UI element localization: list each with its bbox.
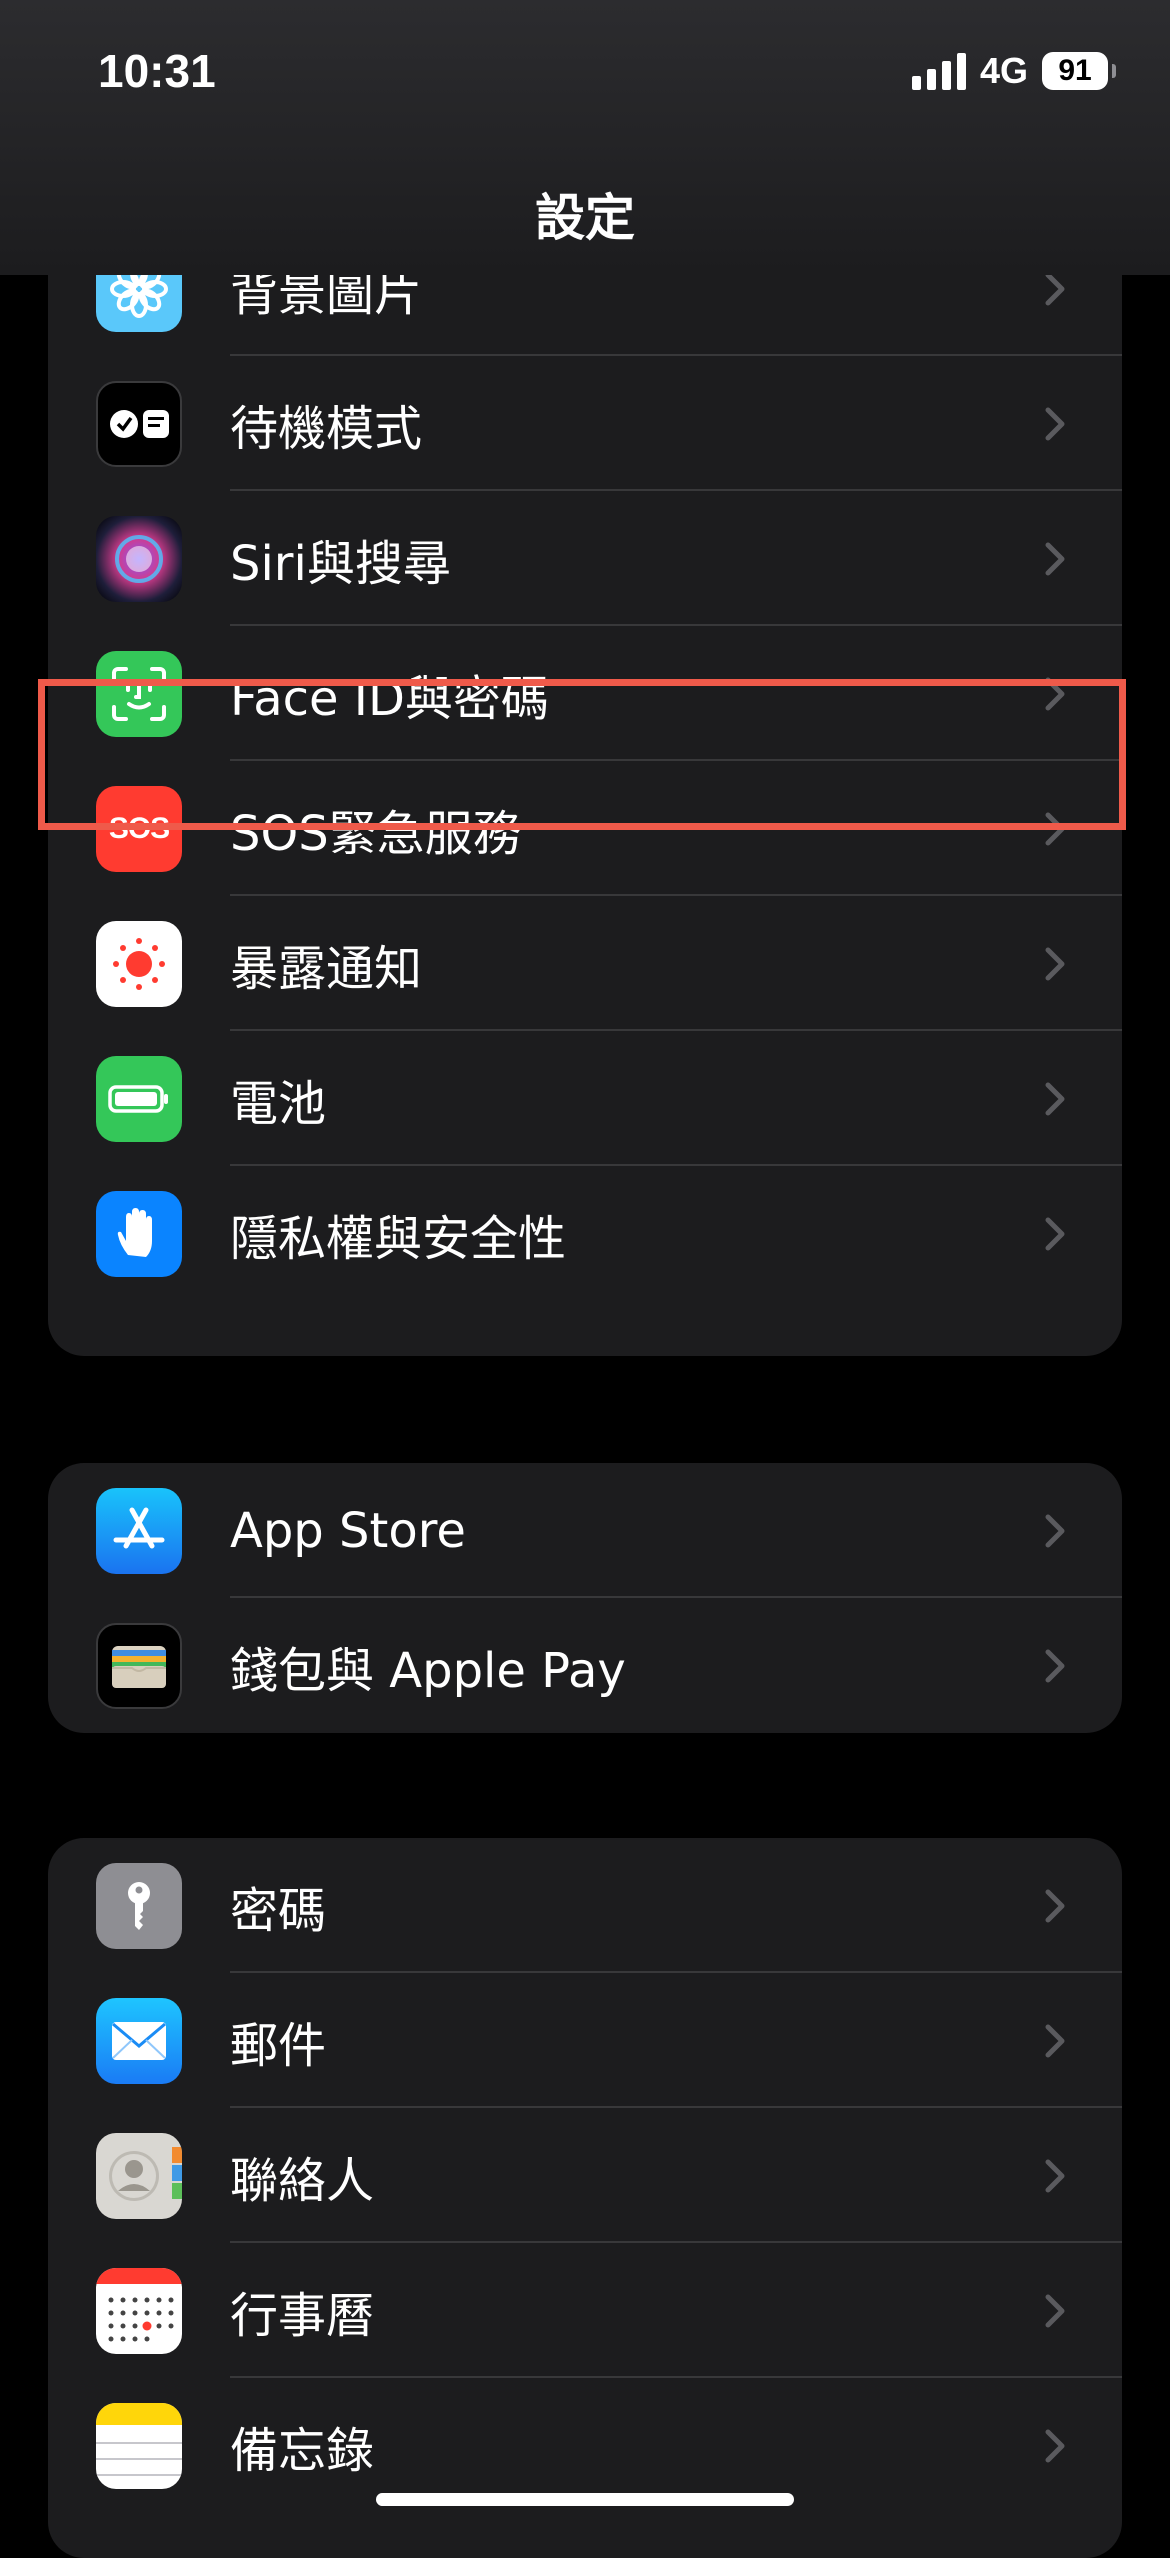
contacts-icon (96, 2132, 182, 2219)
settings-row-label: 錢包與 Apple Pay (230, 1642, 626, 1699)
battery-level-icon: 91 (1042, 52, 1116, 90)
chevron-right-icon (1045, 542, 1065, 576)
exposure-notification-icon (96, 920, 182, 1007)
chevron-right-icon (1045, 1649, 1065, 1683)
settings-row-label: 隱私權與安全性 (230, 1210, 567, 1267)
chevron-right-icon (1045, 272, 1065, 306)
siri-icon (96, 515, 182, 602)
chevron-right-icon (1045, 2024, 1065, 2058)
settings-row-label: 待機模式 (230, 400, 423, 457)
standby-icon (96, 380, 182, 467)
settings-row-privacy-security[interactable]: 隱私權與安全性 (48, 1166, 1122, 1301)
settings-row-battery[interactable]: 電池 (48, 1031, 1122, 1166)
chevron-right-icon (1045, 1889, 1065, 1923)
settings-row-siri[interactable]: Siri與搜尋 (48, 491, 1122, 626)
chevron-right-icon (1045, 2429, 1065, 2463)
status-bar: 10:31 4G 91 設定 (0, 0, 1170, 275)
settings-row-label: 聯絡人 (230, 2152, 375, 2209)
status-indicators: 4G 91 (911, 50, 1116, 92)
chevron-right-icon (1045, 947, 1065, 981)
mail-icon (96, 1997, 182, 2084)
settings-row-calendar[interactable]: 行事曆 (48, 2243, 1122, 2378)
settings-row-label: 郵件 (230, 2017, 327, 2074)
settings-row-mail[interactable]: 郵件 (48, 1973, 1122, 2108)
chevron-right-icon (1045, 1082, 1065, 1116)
home-indicator[interactable] (376, 2493, 794, 2506)
settings-group-3: 密碼 郵件 聯絡人 行事曆 備忘錄 (48, 1838, 1122, 2558)
wallet-icon (96, 1622, 182, 1709)
settings-row-label: Siri與搜尋 (230, 535, 451, 592)
battery-icon (96, 1055, 182, 1142)
settings-row-label: 備忘錄 (230, 2422, 375, 2479)
settings-row-label: 電池 (230, 1075, 327, 1132)
chevron-right-icon (1045, 2159, 1065, 2193)
settings-row-passwords[interactable]: 密碼 (48, 1838, 1122, 1973)
key-icon (96, 1862, 182, 1949)
settings-group-2: App Store 錢包與 Apple Pay (48, 1463, 1122, 1733)
calendar-icon (96, 2267, 182, 2354)
chevron-right-icon (1045, 1514, 1065, 1548)
settings-row-label: 暴露通知 (230, 940, 423, 997)
chevron-right-icon (1045, 2294, 1065, 2328)
settings-row-wallet-apple-pay[interactable]: 錢包與 Apple Pay (48, 1598, 1122, 1733)
settings-row-exposure-notifications[interactable]: 暴露通知 (48, 896, 1122, 1031)
network-type: 4G (979, 50, 1028, 91)
cellular-signal-icon (911, 52, 966, 90)
settings-row-standby[interactable]: 待機模式 (48, 356, 1122, 491)
settings-row-label: 密碼 (230, 1882, 327, 1939)
settings-row-contacts[interactable]: 聯絡人 (48, 2108, 1122, 2243)
chevron-right-icon (1045, 1217, 1065, 1251)
settings-row-label: 行事曆 (230, 2287, 375, 2344)
status-time: 10:31 (98, 45, 216, 97)
settings-row-label: App Store (230, 1502, 466, 1559)
privacy-hand-icon (96, 1190, 182, 1277)
settings-row-app-store[interactable]: App Store (48, 1463, 1122, 1598)
chevron-right-icon (1045, 407, 1065, 441)
highlight-box (38, 679, 1126, 830)
notes-icon (96, 2402, 182, 2489)
app-store-icon (96, 1487, 182, 1574)
page-title: 設定 (535, 189, 635, 247)
